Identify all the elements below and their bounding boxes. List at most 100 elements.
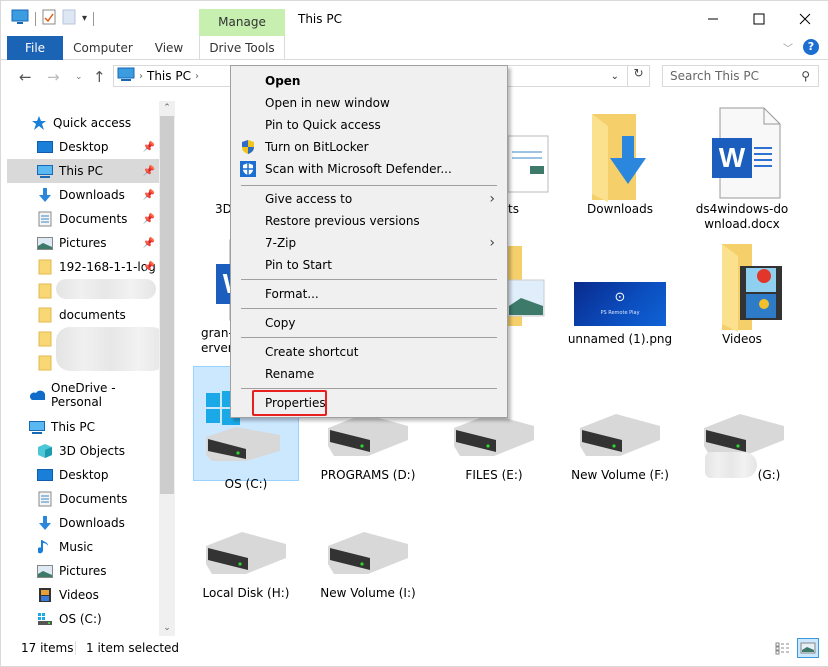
sidebar-item-pictures-pc[interactable]: Pictures — [7, 559, 159, 583]
details-view-button[interactable] — [773, 639, 793, 657]
sidebar-label: 192-168-1-1-log — [59, 260, 155, 274]
sidebar-item-music[interactable]: Music — [7, 535, 159, 559]
search-input[interactable]: Search This PC ⚲ — [662, 65, 819, 87]
scroll-up-icon[interactable]: ⌃ — [159, 101, 175, 116]
title-bar: ▾ Manage This PC — [1, 1, 828, 36]
item-label: unnamed (1).png — [567, 332, 673, 346]
pin-icon[interactable]: 📌 — [143, 190, 155, 201]
back-icon[interactable]: ← — [19, 68, 32, 86]
item-label: Local Disk (H:) — [202, 586, 290, 600]
item-count: 17 items — [21, 641, 74, 655]
properties-icon[interactable] — [42, 9, 56, 28]
pin-icon[interactable]: 📌 — [143, 166, 155, 177]
selection-count: 1 item selected — [86, 641, 180, 655]
drive-icon — [580, 414, 660, 456]
refresh-icon[interactable]: ↻ — [627, 66, 649, 86]
item-label: New Volume (F:) — [571, 468, 669, 482]
defender-icon — [240, 161, 256, 177]
new-folder-icon[interactable] — [62, 9, 76, 28]
menu-item-copy[interactable]: Copy — [233, 312, 505, 334]
forward-icon[interactable]: → — [47, 68, 60, 86]
toolbar-separator — [93, 11, 95, 26]
drive-new-volume-i[interactable]: New Volume (I:) — [315, 530, 421, 601]
download-icon — [37, 187, 53, 203]
tab-computer[interactable]: Computer — [71, 36, 135, 60]
tab-file[interactable]: File — [7, 36, 63, 60]
sidebar-label: OneDrive - Personal — [51, 381, 116, 409]
menu-item-pin-quick-access[interactable]: Pin to Quick access — [233, 114, 505, 136]
pin-icon[interactable]: 📌 — [143, 238, 155, 249]
computer-icon[interactable] — [11, 9, 29, 28]
menu-item-defender-scan[interactable]: Scan with Microsoft Defender... — [233, 158, 505, 180]
download-icon — [37, 515, 53, 531]
drive-programs-d[interactable]: PROGRAMS (D:) — [315, 412, 421, 483]
menu-item-give-access[interactable]: Give access to › — [233, 188, 505, 210]
sidebar-item-folder[interactable]: 192-168-1-1-log 📌 — [7, 255, 159, 279]
menu-item-rename[interactable]: Rename — [233, 363, 505, 385]
videos-icon — [37, 587, 53, 603]
pin-icon[interactable]: 📌 — [143, 262, 155, 273]
sidebar-item-3d-objects[interactable]: 3D Objects — [7, 439, 159, 463]
sidebar-item-downloads-pc[interactable]: Downloads — [7, 511, 159, 535]
sidebar-item-documents-folder[interactable]: documents — [7, 303, 159, 327]
sidebar-item-documents-pc[interactable]: Documents — [7, 487, 159, 511]
menu-item-pin-start[interactable]: Pin to Start — [233, 254, 505, 276]
computer-icon — [29, 419, 45, 435]
menu-separator — [241, 388, 497, 389]
large-icons-view-button[interactable] — [797, 638, 819, 658]
word-document-icon: W — [712, 107, 781, 199]
breadcrumb-this-pc[interactable]: This PC — [147, 69, 191, 83]
sidebar-item-pictures[interactable]: Pictures 📌 — [7, 231, 159, 255]
toolbar-separator — [35, 11, 36, 26]
drive-local-disk-h[interactable]: Local Disk (H:) — [193, 530, 299, 601]
menu-separator — [241, 279, 497, 280]
manage-contextual-tab[interactable]: Manage — [199, 9, 285, 36]
pin-icon[interactable]: 📌 — [143, 214, 155, 225]
expand-ribbon-icon[interactable]: ﹀ — [783, 40, 793, 55]
tab-drive-tools[interactable]: Drive Tools — [199, 36, 285, 60]
breadcrumb-chevron-icon[interactable]: › — [195, 71, 199, 82]
address-dropdown-icon[interactable]: ⌄ — [611, 71, 619, 82]
sidebar-item-this-pc[interactable]: This PC 📌 — [7, 159, 159, 183]
customize-toolbar-icon[interactable]: ▾ — [82, 13, 87, 24]
tab-view[interactable]: View — [149, 36, 189, 60]
scroll-down-icon[interactable]: ⌄ — [159, 621, 175, 636]
file-unnamed-png[interactable]: ⊙ PS Remote Play unnamed (1).png — [567, 236, 673, 347]
sidebar-item-os-c[interactable]: OS (C:) — [7, 607, 159, 631]
sidebar-item-videos[interactable]: Videos — [7, 583, 159, 607]
help-icon[interactable]: ? — [803, 39, 819, 55]
sidebar-item-documents[interactable]: Documents 📌 — [7, 207, 159, 231]
menu-item-open-new-window[interactable]: Open in new window — [233, 92, 505, 114]
sidebar-item-onedrive[interactable]: OneDrive - Personal — [7, 381, 159, 409]
breadcrumb-chevron-icon[interactable]: › — [139, 71, 143, 82]
menu-item-open[interactable]: Open — [233, 70, 505, 92]
downloads-folder-icon — [592, 114, 646, 202]
menu-item-bitlocker[interactable]: Turn on BitLocker — [233, 136, 505, 158]
recent-locations-icon[interactable]: ⌄ — [75, 72, 83, 82]
menu-item-restore-versions[interactable]: Restore previous versions — [233, 210, 505, 232]
minimize-button[interactable] — [690, 1, 736, 36]
pictures-icon — [37, 235, 53, 251]
folder-downloads[interactable]: Downloads — [567, 106, 673, 217]
up-icon[interactable]: ↑ — [93, 68, 106, 86]
menu-item-format[interactable]: Format... — [233, 283, 505, 305]
drive-g[interactable]: (G:) — [691, 412, 797, 483]
sidebar-item-this-pc-root[interactable]: This PC — [7, 415, 159, 439]
sidebar-scrollbar[interactable]: ⌃ ⌄ — [159, 101, 175, 636]
sidebar-item-quick-access[interactable]: Quick access — [31, 111, 176, 135]
context-menu: Open Open in new window Pin to Quick acc… — [230, 65, 508, 418]
pin-icon[interactable]: 📌 — [143, 142, 155, 153]
drive-files-e[interactable]: FILES (E:) — [441, 412, 547, 483]
maximize-button[interactable] — [736, 1, 782, 36]
scrollbar-thumb[interactable] — [160, 116, 174, 494]
sidebar-item-downloads[interactable]: Downloads 📌 — [7, 183, 159, 207]
drive-new-volume-f[interactable]: New Volume (F:) — [567, 412, 673, 483]
menu-item-7zip[interactable]: 7-Zip › — [233, 232, 505, 254]
folder-videos[interactable]: Videos — [689, 236, 795, 347]
menu-item-create-shortcut[interactable]: Create shortcut — [233, 341, 505, 363]
close-button[interactable] — [782, 1, 828, 36]
sidebar-label: Desktop — [59, 468, 109, 482]
sidebar-item-desktop-pc[interactable]: Desktop — [7, 463, 159, 487]
file-ds4windows-docx[interactable]: W ds4windows-do wnload.docx — [689, 106, 795, 232]
sidebar-item-desktop[interactable]: Desktop 📌 — [7, 135, 159, 159]
